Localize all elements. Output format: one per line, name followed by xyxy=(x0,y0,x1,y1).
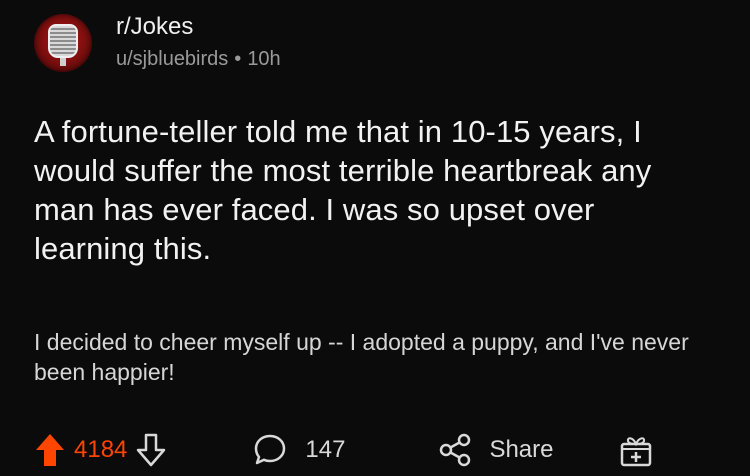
downvote-arrow-icon[interactable] xyxy=(135,432,167,468)
post-time: 10h xyxy=(247,48,281,70)
post-header: r/Jokes u/sjbluebirds • 10h xyxy=(34,8,281,78)
upvote-arrow-icon[interactable] xyxy=(34,432,66,468)
username[interactable]: u/sjbluebirds xyxy=(116,48,228,70)
subreddit-avatar[interactable] xyxy=(34,14,92,72)
comments-button[interactable]: 147 xyxy=(253,433,345,467)
gift-icon xyxy=(619,432,653,468)
action-bar: 4184 147 Share xyxy=(34,430,724,470)
upvote-count: 4184 xyxy=(74,436,128,463)
post-title[interactable]: A fortune-teller told me that in 10-15 y… xyxy=(34,112,714,268)
share-button[interactable]: Share xyxy=(437,432,553,468)
post-meta: r/Jokes u/sjbluebirds • 10h xyxy=(116,13,281,73)
microphone-stand xyxy=(60,58,66,66)
award-button[interactable] xyxy=(619,432,653,468)
byline-separator: • xyxy=(234,48,242,70)
share-label: Share xyxy=(489,436,554,463)
share-icon xyxy=(437,432,473,468)
reddit-post: r/Jokes u/sjbluebirds • 10h A fortune-tell… xyxy=(0,0,750,476)
post-body: I decided to cheer myself up -- I adopte… xyxy=(34,329,689,385)
comment-bubble-icon xyxy=(253,433,287,467)
microphone-icon xyxy=(48,24,78,58)
vote-group: 4184 xyxy=(34,432,167,468)
byline: u/sjbluebirds • 10h xyxy=(116,45,281,73)
subreddit-name[interactable]: r/Jokes xyxy=(116,13,281,41)
comment-count: 147 xyxy=(305,436,346,463)
